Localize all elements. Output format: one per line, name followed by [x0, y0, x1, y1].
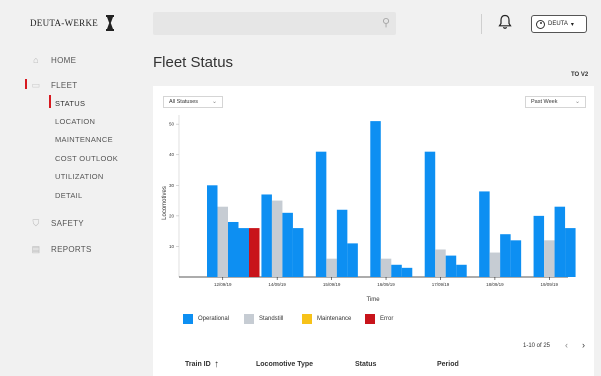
bar-operational[interactable] — [554, 206, 566, 277]
x-tick-label: 18/09/19 — [486, 282, 504, 287]
bar-operational[interactable] — [315, 151, 327, 277]
bar-error[interactable] — [249, 228, 260, 277]
bar-operational[interactable] — [500, 234, 511, 277]
legend-swatch — [244, 314, 254, 324]
bar-operational[interactable] — [207, 185, 218, 277]
legend-item-standstill: Standstill — [244, 314, 283, 324]
x-tick-label: 12/09/19 — [214, 282, 232, 287]
bar-operational[interactable] — [261, 194, 272, 277]
y-tick-label: 40 — [169, 152, 175, 157]
sort-up-icon[interactable]: ↑ — [214, 359, 219, 370]
bar-standstill[interactable] — [544, 240, 555, 277]
bar-operational[interactable] — [347, 243, 358, 277]
legend-label: Standstill — [259, 316, 284, 322]
bar-operational[interactable] — [391, 264, 402, 277]
y-tick-label: 20 — [169, 213, 175, 218]
bar-standstill[interactable] — [380, 258, 392, 277]
legend-swatch — [302, 314, 312, 324]
x-tick-label: 17/09/19 — [432, 282, 450, 287]
bar-operational[interactable] — [456, 264, 467, 277]
bar-operational[interactable] — [292, 228, 304, 277]
legend-swatch — [183, 314, 193, 324]
pagination-info: 1-10 of 25 — [523, 343, 551, 349]
x-axis-label: Time — [366, 297, 380, 303]
x-tick-label: 15/09/19 — [323, 282, 341, 287]
bar-operational[interactable] — [238, 228, 250, 277]
y-tick-label: 10 — [169, 244, 175, 249]
bar-standstill[interactable] — [217, 206, 229, 277]
x-tick-label: 19/09/19 — [541, 282, 559, 287]
bar-standstill[interactable] — [489, 252, 501, 277]
bar-operational[interactable] — [445, 255, 457, 277]
bar-operational[interactable] — [282, 212, 293, 277]
column-header-period[interactable]: Period — [437, 361, 459, 368]
legend-label: Maintenance — [317, 316, 352, 322]
bar-operational[interactable] — [510, 240, 522, 277]
column-header-locomotive-type[interactable]: Locomotive Type — [256, 361, 313, 368]
x-tick-label: 14/09/19 — [268, 282, 286, 287]
bar-operational[interactable] — [336, 209, 348, 277]
bar-standstill[interactable] — [435, 249, 446, 277]
legend-label: Operational — [198, 316, 230, 322]
y-axis-label: Locomotives — [162, 186, 168, 220]
chevron-right-icon[interactable]: › — [582, 340, 585, 350]
bar-operational[interactable] — [370, 121, 381, 277]
bar-operational[interactable] — [479, 191, 490, 277]
bar-standstill[interactable] — [271, 200, 283, 277]
column-header-train-id[interactable]: Train ID — [185, 361, 211, 368]
bar-standstill[interactable] — [326, 258, 337, 277]
chevron-left-icon[interactable]: ‹ — [565, 340, 568, 350]
y-tick-label: 50 — [169, 122, 175, 127]
bar-operational[interactable] — [228, 221, 239, 277]
legend-item-error: Error — [365, 314, 393, 324]
fleet-status-chart: 10 20 30 40 50 12/09/19 14/09/19 15/09/19 16/09… — [162, 115, 576, 303]
bar-operational[interactable] — [401, 267, 413, 277]
x-tick-label: 16/09/19 — [377, 282, 395, 287]
column-header-status[interactable]: Status — [355, 361, 376, 368]
bar-operational[interactable] — [565, 228, 576, 277]
legend-label: Error — [380, 316, 394, 322]
legend-swatch — [365, 314, 375, 324]
bar-operational[interactable] — [533, 215, 545, 277]
bar-operational[interactable] — [424, 151, 436, 277]
y-tick-label: 30 — [169, 183, 175, 188]
legend-item-maintenance: Maintenance — [302, 314, 351, 324]
legend-item-operational: Operational — [183, 314, 229, 324]
